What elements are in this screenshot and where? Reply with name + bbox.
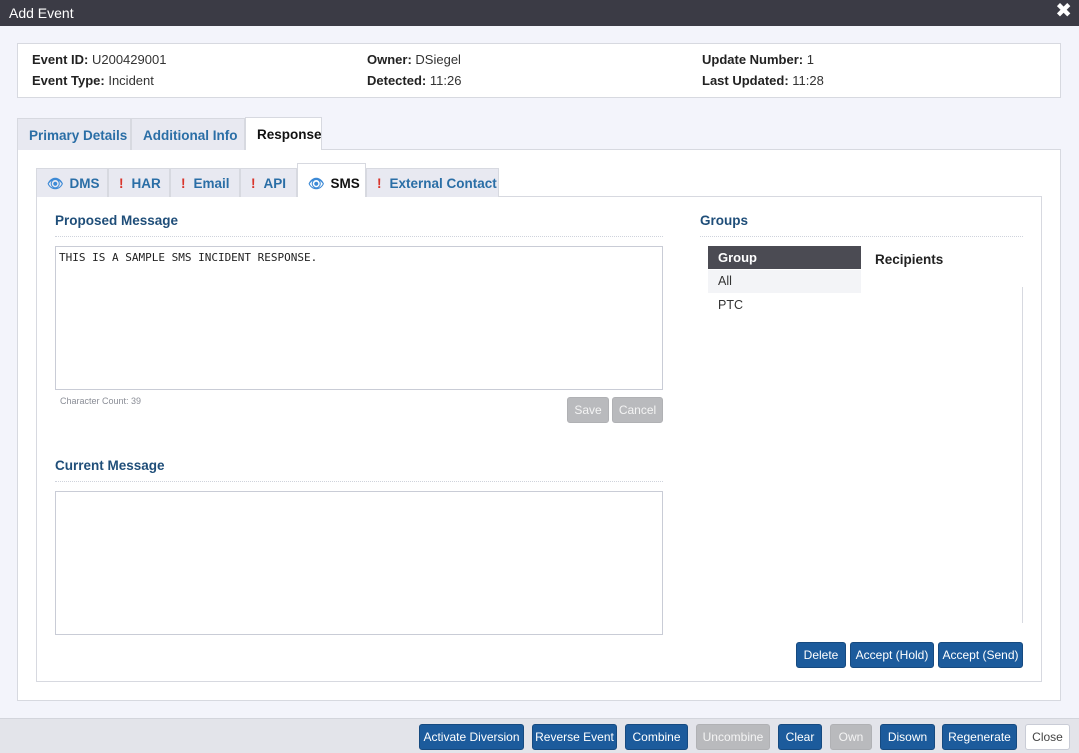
disown-button[interactable]: Disown bbox=[880, 724, 935, 750]
event-type-value: Incident bbox=[108, 73, 154, 88]
reverse-event-button[interactable]: Reverse Event bbox=[532, 724, 617, 750]
subtab-email[interactable]: ! Email bbox=[170, 168, 240, 197]
divider bbox=[700, 236, 1023, 237]
delete-button[interactable]: Delete bbox=[796, 642, 846, 668]
warning-icon: ! bbox=[251, 176, 256, 191]
group-row-all[interactable]: All bbox=[708, 270, 861, 293]
last-updated-value: 11:28 bbox=[792, 73, 824, 88]
subtab-external-contact-label: External Contact bbox=[389, 176, 497, 191]
event-type-label: Event Type: bbox=[32, 73, 105, 88]
eye-icon: 👁 bbox=[308, 177, 325, 192]
activate-diversion-button[interactable]: Activate Diversion bbox=[419, 724, 524, 750]
subtab-external-contact[interactable]: ! External Contact bbox=[366, 168, 499, 197]
subtab-sms[interactable]: 👁 SMS bbox=[297, 163, 366, 197]
accept-send-button[interactable]: Accept (Send) bbox=[938, 642, 1023, 668]
event-id-value: U200429001 bbox=[91, 52, 167, 67]
update-number: Update Number: 1 bbox=[702, 52, 814, 67]
close-button[interactable]: Close bbox=[1025, 724, 1070, 750]
tab-additional-info-label: Additional Info bbox=[143, 128, 238, 143]
last-updated: Last Updated: 11:28 bbox=[702, 73, 824, 88]
owner-label: Owner: bbox=[367, 52, 412, 67]
tab-response-label: Response bbox=[257, 127, 322, 142]
recipients-label: Recipients bbox=[875, 252, 944, 267]
close-icon[interactable]: ✖ bbox=[1055, 1, 1072, 21]
update-number-value: 1 bbox=[806, 52, 814, 67]
dialog-title-bar: Add Event ✖ bbox=[0, 0, 1079, 26]
subtab-api-label: API bbox=[263, 176, 287, 191]
regenerate-button[interactable]: Regenerate bbox=[942, 724, 1017, 750]
subtab-dms[interactable]: 👁 DMS bbox=[36, 168, 108, 197]
tab-primary-details-label: Primary Details bbox=[29, 128, 128, 143]
save-button[interactable]: Save bbox=[567, 397, 609, 423]
tab-primary-details[interactable]: Primary Details bbox=[17, 118, 131, 150]
subtab-api[interactable]: ! API bbox=[240, 168, 297, 197]
subtab-email-label: Email bbox=[193, 176, 230, 191]
eye-icon: 👁 bbox=[47, 177, 64, 192]
owner: Owner: DSiegel bbox=[367, 52, 461, 67]
group-list bbox=[708, 269, 861, 603]
current-message-input[interactable] bbox=[55, 491, 663, 635]
cancel-button[interactable]: Cancel bbox=[612, 397, 663, 423]
own-button[interactable]: Own bbox=[830, 724, 872, 750]
warning-icon: ! bbox=[377, 176, 382, 191]
recipients-list bbox=[1022, 287, 1023, 623]
subtab-har[interactable]: ! HAR bbox=[108, 168, 170, 197]
proposed-message-title: Proposed Message bbox=[55, 213, 179, 228]
character-count: Character Count: 39 bbox=[60, 396, 142, 406]
clear-button[interactable]: Clear bbox=[778, 724, 822, 750]
update-number-label: Update Number: bbox=[702, 52, 804, 67]
detected-value: 11:26 bbox=[429, 73, 462, 88]
group-row-ptc[interactable]: PTC bbox=[708, 294, 861, 317]
groups-title: Groups bbox=[700, 213, 749, 228]
detected-label: Detected: bbox=[367, 73, 427, 88]
event-id: Event ID: U200429001 bbox=[32, 52, 166, 67]
subtab-sms-label: SMS bbox=[330, 176, 360, 191]
event-type: Event Type: Incident bbox=[32, 73, 154, 88]
subtab-dms-label: DMS bbox=[69, 176, 100, 191]
event-id-label: Event ID: bbox=[32, 52, 89, 67]
group-column-header: Group bbox=[708, 246, 861, 269]
last-updated-label: Last Updated: bbox=[702, 73, 789, 88]
divider bbox=[55, 236, 663, 237]
tab-additional-info[interactable]: Additional Info bbox=[131, 118, 245, 150]
tab-response[interactable]: Response bbox=[245, 117, 322, 150]
proposed-message-input[interactable]: THIS IS A SAMPLE SMS INCIDENT RESPONSE. bbox=[55, 246, 663, 390]
owner-value: DSiegel bbox=[415, 52, 461, 67]
accept-hold-button[interactable]: Accept (Hold) bbox=[850, 642, 934, 668]
uncombine-button[interactable]: Uncombine bbox=[696, 724, 770, 750]
warning-icon: ! bbox=[119, 176, 124, 191]
subtab-har-label: HAR bbox=[131, 176, 161, 191]
detected: Detected: 11:26 bbox=[367, 73, 461, 88]
current-message-title: Current Message bbox=[55, 458, 165, 473]
warning-icon: ! bbox=[181, 176, 186, 191]
dialog-title: Add Event bbox=[9, 5, 74, 21]
event-info-panel: Event ID: U200429001 Event Type: Inciden… bbox=[17, 43, 1061, 98]
combine-button[interactable]: Combine bbox=[625, 724, 688, 750]
divider bbox=[55, 481, 663, 482]
